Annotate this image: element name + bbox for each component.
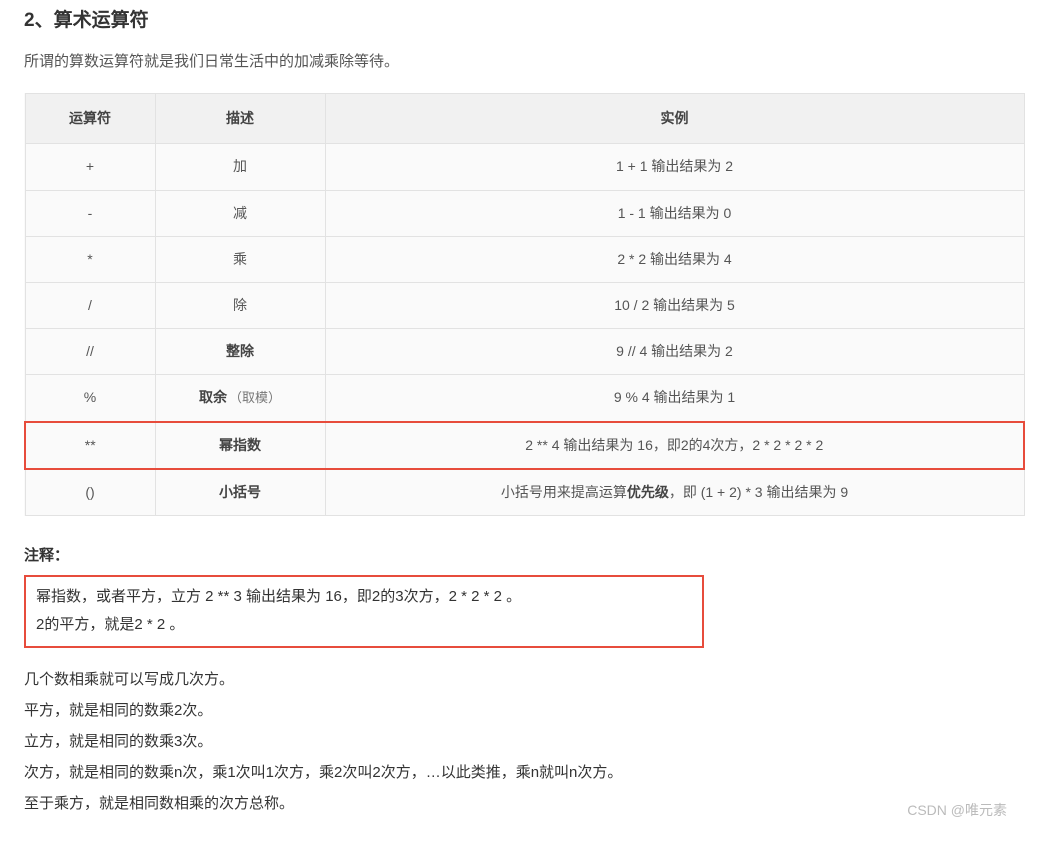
note-paragraph: 平方，就是相同的数乘2次。 — [24, 697, 1025, 724]
cell-example: 2 * 2 输出结果为 4 — [325, 236, 1024, 282]
table-row: *乘2 * 2 输出结果为 4 — [25, 236, 1024, 282]
cell-operator: + — [25, 144, 155, 190]
cell-example: 2 ** 4 输出结果为 16，即2的4次方，2 * 2 * 2 * 2 — [325, 422, 1024, 469]
note-box-line: 幂指数，或者平方，立方 2 ** 3 输出结果为 16，即2的3次方，2 * 2… — [36, 583, 692, 612]
cell-operator: ** — [25, 422, 155, 469]
cell-example: 10 / 2 输出结果为 5 — [325, 282, 1024, 328]
cell-description: 取余（取模） — [155, 375, 325, 422]
notes-paragraphs: 几个数相乘就可以写成几次方。平方，就是相同的数乘2次。立方，就是相同的数乘3次。… — [24, 666, 1025, 817]
note-paragraph: 几个数相乘就可以写成几次方。 — [24, 666, 1025, 693]
cell-operator: / — [25, 282, 155, 328]
col-example-header: 实例 — [325, 94, 1024, 144]
cell-example: 小括号用来提高运算优先级，即 (1 + 2) * 3 输出结果为 9 — [325, 469, 1024, 516]
intro-text: 所谓的算数运算符就是我们日常生活中的加减乘除等待。 — [24, 48, 1025, 75]
cell-operator: % — [25, 375, 155, 422]
table-row: //整除9 // 4 输出结果为 2 — [25, 329, 1024, 375]
watermark: CSDN @唯元素 — [907, 798, 1007, 823]
notes-heading: 注释： — [24, 542, 1025, 569]
cell-operator: // — [25, 329, 155, 375]
col-op-header: 运算符 — [25, 94, 155, 144]
table-row: +加1 + 1 输出结果为 2 — [25, 144, 1024, 190]
note-paragraph: 至于乘方，就是相同数相乘的次方总称。 — [24, 790, 1025, 817]
notes-highlight-box: 幂指数，或者平方，立方 2 ** 3 输出结果为 16，即2的3次方，2 * 2… — [24, 575, 704, 648]
note-box-line: 2的平方，就是2 * 2 。 — [36, 611, 692, 640]
table-row: %取余（取模）9 % 4 输出结果为 1 — [25, 375, 1024, 422]
table-row: ()小括号小括号用来提高运算优先级，即 (1 + 2) * 3 输出结果为 9 — [25, 469, 1024, 516]
section-heading: 2、算术运算符 — [24, 4, 1025, 38]
col-desc-header: 描述 — [155, 94, 325, 144]
note-paragraph: 立方，就是相同的数乘3次。 — [24, 728, 1025, 755]
cell-description: 整除 — [155, 329, 325, 375]
cell-example: 9 % 4 输出结果为 1 — [325, 375, 1024, 422]
operators-table: 运算符 描述 实例 +加1 + 1 输出结果为 2-减1 - 1 输出结果为 0… — [24, 93, 1025, 516]
cell-operator: - — [25, 190, 155, 236]
cell-example: 1 - 1 输出结果为 0 — [325, 190, 1024, 236]
cell-description: 乘 — [155, 236, 325, 282]
table-row: /除10 / 2 输出结果为 5 — [25, 282, 1024, 328]
table-row: **幂指数2 ** 4 输出结果为 16，即2的4次方，2 * 2 * 2 * … — [25, 422, 1024, 469]
cell-operator: * — [25, 236, 155, 282]
cell-example: 9 // 4 输出结果为 2 — [325, 329, 1024, 375]
cell-description: 小括号 — [155, 469, 325, 516]
table-header-row: 运算符 描述 实例 — [25, 94, 1024, 144]
table-row: -减1 - 1 输出结果为 0 — [25, 190, 1024, 236]
cell-example: 1 + 1 输出结果为 2 — [325, 144, 1024, 190]
cell-description: 加 — [155, 144, 325, 190]
note-paragraph: 次方，就是相同的数乘n次，乘1次叫1次方，乘2次叫2次方，…以此类推，乘n就叫n… — [24, 759, 1025, 786]
cell-operator: () — [25, 469, 155, 516]
cell-description: 减 — [155, 190, 325, 236]
cell-description: 幂指数 — [155, 422, 325, 469]
cell-description: 除 — [155, 282, 325, 328]
